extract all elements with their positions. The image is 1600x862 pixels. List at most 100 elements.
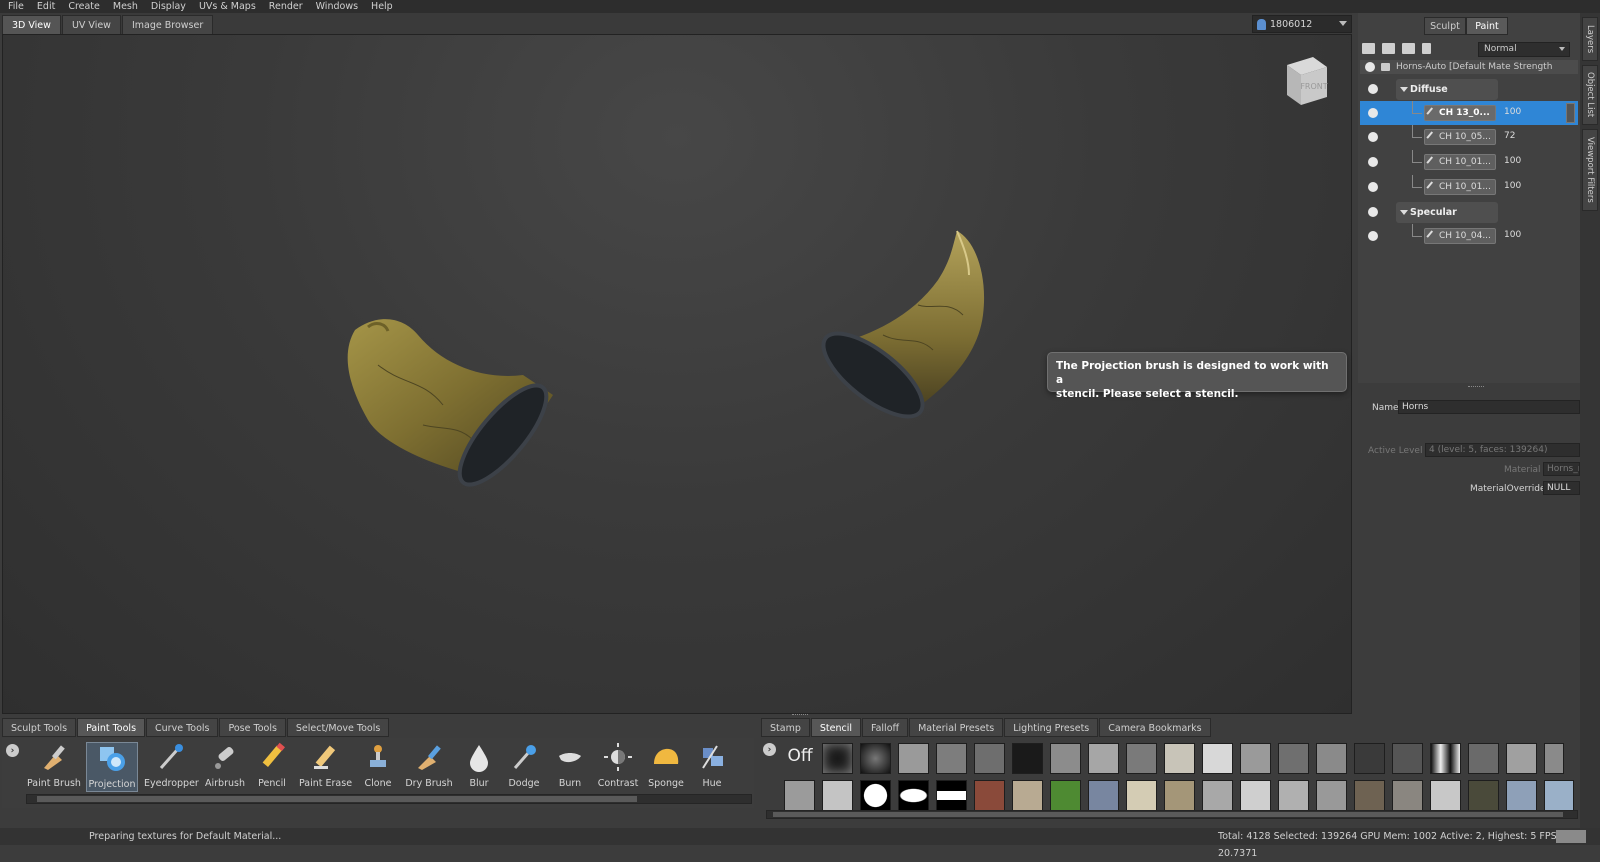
horn-left[interactable] (347, 319, 560, 496)
name-field[interactable]: Horns (1398, 400, 1580, 414)
eye-icon[interactable] (1368, 84, 1378, 94)
tab-lighting-presets[interactable]: Lighting Presets (1004, 718, 1099, 737)
user-dropdown[interactable]: 1806012 (1252, 15, 1352, 33)
menu-uvs-maps[interactable]: UVs & Maps (199, 1, 256, 12)
blend-mode-select[interactable]: Normal (1478, 42, 1570, 57)
eye-icon[interactable] (1368, 132, 1378, 142)
layer-row[interactable]: CH 10_04... 100 (1360, 224, 1578, 248)
stencil-thumb[interactable] (1240, 743, 1271, 774)
layer-opacity[interactable]: 100 (1504, 181, 1521, 191)
tool-pencil[interactable]: Pencil (246, 742, 298, 792)
stencil-thumb[interactable] (784, 780, 815, 811)
group-diffuse[interactable]: Diffuse (1360, 77, 1578, 101)
menu-file[interactable]: File (8, 1, 24, 12)
tool-hue[interactable]: Hue (686, 742, 738, 792)
layer-opacity[interactable]: 100 (1504, 230, 1521, 240)
stencil-thumb[interactable] (860, 780, 891, 811)
stencil-thumb[interactable] (1278, 780, 1309, 811)
stencil-thumb[interactable] (1050, 743, 1081, 774)
layer-row[interactable]: CH 10_05... 72 (1360, 125, 1578, 149)
side-tab-layers[interactable]: Layers (1582, 17, 1598, 61)
tab-3d-view[interactable]: 3D View (2, 15, 61, 34)
layers-icon[interactable] (1362, 43, 1375, 54)
stencil-thumb[interactable] (1468, 780, 1499, 811)
lock-icon[interactable] (1381, 63, 1390, 71)
stencil-thumb[interactable] (936, 743, 967, 774)
folder-icon[interactable] (1402, 43, 1415, 54)
eye-icon[interactable] (1368, 108, 1378, 118)
sculpt-mode-button[interactable]: Sculpt (1424, 17, 1466, 35)
tool-airbrush[interactable]: Airbrush (199, 742, 251, 792)
stencil-thumb[interactable] (1202, 780, 1233, 811)
trash-icon[interactable] (1422, 43, 1431, 54)
tool-sponge[interactable]: Sponge (640, 742, 692, 792)
stencil-thumb[interactable] (898, 780, 929, 811)
object-row[interactable]: Horns-Auto [Default Mate Strength (1360, 60, 1578, 74)
layer-row[interactable]: CH 10_01... 100 (1360, 150, 1578, 174)
tool-projection[interactable]: Projection (86, 742, 138, 792)
stencil-thumb[interactable] (936, 780, 967, 811)
stencil-thumb[interactable] (1316, 780, 1347, 811)
stencil-thumb[interactable] (1088, 780, 1119, 811)
menu-help[interactable]: Help (371, 1, 393, 12)
stencil-thumb[interactable] (974, 780, 1005, 811)
stencil-thumb[interactable] (1164, 780, 1195, 811)
tool-clone[interactable]: Clone (352, 742, 404, 792)
stencil-off-button[interactable]: Off (782, 744, 818, 768)
material-override-field[interactable]: NULL (1543, 481, 1580, 495)
paint-mode-button[interactable]: Paint (1466, 17, 1508, 35)
stencil-thumb[interactable] (1544, 743, 1564, 774)
stencil-thumb[interactable] (1012, 743, 1043, 774)
stencil-thumb[interactable] (1126, 743, 1157, 774)
view-cube[interactable]: FRONT (1279, 53, 1329, 107)
stencil-library-scrollbar[interactable] (766, 810, 1578, 819)
tool-dry-brush[interactable]: Dry Brush (403, 742, 455, 792)
expand-icon[interactable]: › (6, 744, 19, 757)
stencil-thumb[interactable] (1050, 780, 1081, 811)
layer-row[interactable]: CH 10_01... 100 (1360, 175, 1578, 199)
side-tab-object-list[interactable]: Object List (1582, 65, 1598, 125)
tool-burn[interactable]: Burn (544, 742, 596, 792)
tool-paint-brush[interactable]: Paint Brush (27, 742, 81, 792)
stencil-thumb[interactable] (1012, 780, 1043, 811)
tab-paint-tools[interactable]: Paint Tools (77, 718, 146, 737)
tab-image-browser[interactable]: Image Browser (121, 15, 214, 34)
layer-scroll-handle[interactable] (1566, 103, 1575, 123)
stencil-thumb[interactable] (1430, 780, 1461, 811)
tab-sculpt-tools[interactable]: Sculpt Tools (2, 718, 77, 737)
stencil-thumb[interactable] (1430, 743, 1461, 774)
tab-stencil[interactable]: Stencil (810, 718, 861, 737)
stencil-thumb[interactable] (1088, 743, 1119, 774)
stencil-thumb[interactable] (1506, 743, 1537, 774)
layer-opacity[interactable]: 72 (1504, 131, 1515, 141)
tab-select-move-tools[interactable]: Select/Move Tools (286, 718, 390, 737)
tab-falloff[interactable]: Falloff (862, 718, 909, 737)
eye-icon[interactable] (1365, 62, 1375, 72)
horn-right[interactable] (811, 230, 985, 431)
tool-dodge[interactable]: Dodge (498, 742, 550, 792)
stencil-thumb[interactable] (898, 743, 929, 774)
tool-contrast[interactable]: Contrast (592, 742, 644, 792)
menu-mesh[interactable]: Mesh (113, 1, 138, 12)
stencil-thumb[interactable] (1506, 780, 1537, 811)
menu-edit[interactable]: Edit (37, 1, 55, 12)
stencil-thumb[interactable] (1354, 780, 1385, 811)
stencil-thumb[interactable] (822, 780, 853, 811)
tab-camera-bookmarks[interactable]: Camera Bookmarks (1099, 718, 1211, 737)
bottom-panel-resize-handle[interactable] (792, 714, 808, 716)
stencil-thumb[interactable] (1354, 743, 1385, 774)
panel-resize-handle[interactable] (1468, 386, 1484, 388)
stencil-thumb[interactable] (1392, 743, 1423, 774)
eye-icon[interactable] (1368, 207, 1378, 217)
menu-display[interactable]: Display (151, 1, 186, 12)
tool-tray-scrollbar[interactable] (26, 794, 752, 804)
stencil-thumb[interactable] (1202, 743, 1233, 774)
stencil-thumb[interactable] (1468, 743, 1499, 774)
tab-pose-tools[interactable]: Pose Tools (219, 718, 286, 737)
mask-icon[interactable] (1382, 43, 1395, 54)
stencil-thumb[interactable] (1164, 743, 1195, 774)
side-tab-viewport-filters[interactable]: Viewport Filters (1582, 129, 1598, 211)
tool-paint-erase[interactable]: Paint Erase (299, 742, 352, 792)
scroll-thumb[interactable] (37, 796, 637, 802)
scroll-thumb[interactable] (773, 812, 1563, 817)
